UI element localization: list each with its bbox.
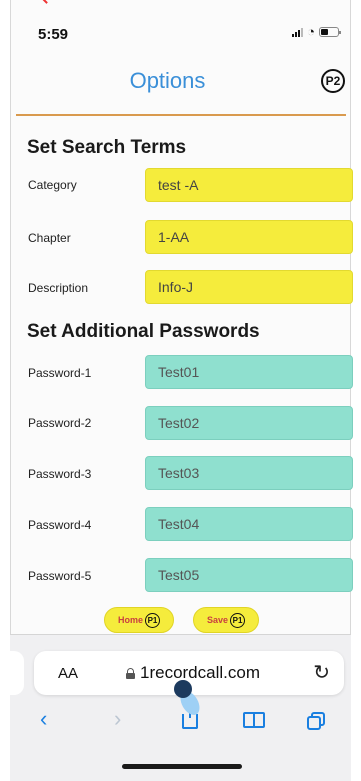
home-button-label: Home — [117, 615, 143, 625]
password-5-field[interactable]: Test05 — [145, 558, 353, 592]
page-title: Options — [129, 68, 206, 93]
home-indicator — [122, 764, 242, 769]
chapter-label: Chapter — [28, 231, 71, 245]
status-bar: 5:59 ◔ — [10, 0, 351, 62]
url-text: 1recordcall.com — [140, 663, 260, 682]
save-button-label: Save — [206, 615, 229, 625]
save-button[interactable]: Save P1 — [193, 607, 259, 633]
password-4-field[interactable]: Test04 — [145, 507, 353, 541]
chapter-field[interactable]: 1-AA — [145, 220, 353, 254]
section-title-passwords: Set Additional Passwords — [27, 321, 260, 342]
status-icons: ◔ — [292, 24, 341, 39]
category-label: Category — [28, 178, 77, 192]
tabs-icon[interactable] — [307, 712, 325, 730]
section-title-search: Set Search Terms — [27, 137, 187, 158]
password-1-label: Password-1 — [28, 366, 92, 380]
password-5-label: Password-5 — [28, 569, 92, 583]
category-field[interactable]: test -A — [145, 168, 353, 202]
header-divider — [16, 114, 346, 116]
wifi-icon: ◔ — [307, 24, 315, 39]
home-button[interactable]: Home P1 — [104, 607, 174, 633]
password-2-label: Password-2 — [28, 416, 92, 430]
save-badge-icon: P1 — [230, 612, 246, 628]
book-icon[interactable] — [243, 712, 265, 728]
text-size-button[interactable]: AA — [58, 665, 78, 682]
lock-icon — [126, 667, 135, 679]
password-4-label: Password-4 — [28, 518, 92, 532]
share-icon[interactable] — [182, 704, 198, 729]
signal-icon — [292, 27, 304, 37]
previous-tab-peek[interactable] — [10, 651, 24, 695]
description-field[interactable]: Info-J — [145, 270, 353, 304]
page-header: Options P2 — [10, 62, 351, 118]
battery-icon — [319, 27, 341, 37]
chevron-left-icon[interactable]: ‹ — [40, 706, 47, 732]
password-3-field[interactable]: Test03 — [145, 456, 353, 490]
description-label: Description — [28, 281, 89, 295]
touch-indicator — [174, 680, 204, 719]
status-time: 5:59 — [38, 26, 69, 43]
home-badge-icon: P1 — [145, 612, 160, 628]
page-badge[interactable]: P2 — [321, 69, 345, 93]
password-3-label: Password-3 — [28, 467, 92, 481]
password-2-field[interactable]: Test02 — [145, 406, 353, 440]
reload-icon[interactable]: ↻ — [313, 660, 330, 685]
chevron-right-icon: › — [114, 706, 122, 731]
password-1-field[interactable]: Test01 — [145, 355, 353, 389]
